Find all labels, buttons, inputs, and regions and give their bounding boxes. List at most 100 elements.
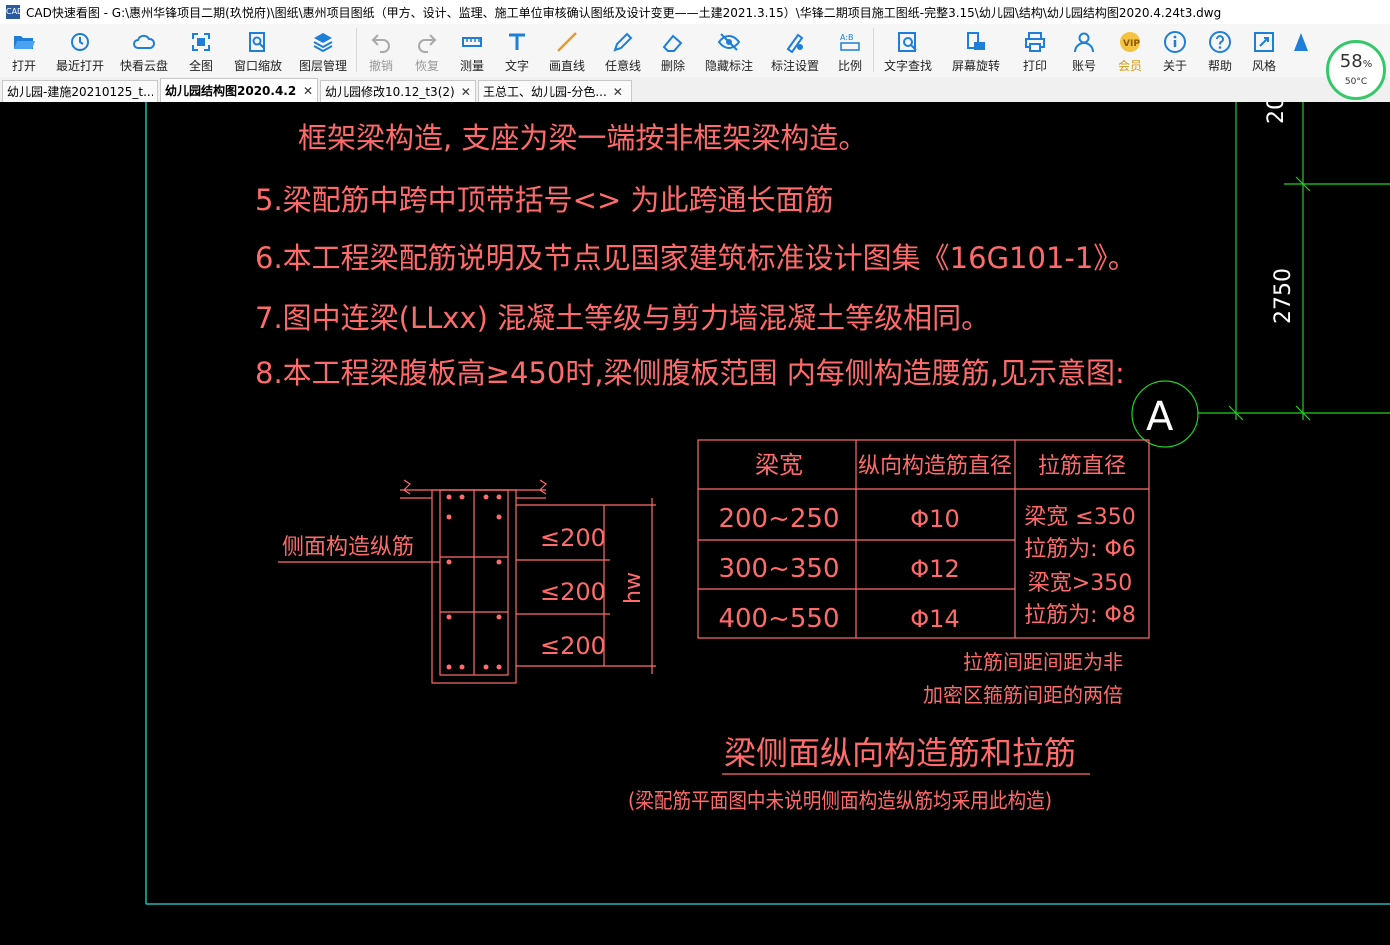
cloud-button[interactable]: 快看云盘 — [112, 24, 176, 77]
freeline-label: 任意线 — [604, 59, 641, 73]
rebar-dot — [446, 514, 452, 520]
eye-off-icon — [717, 33, 741, 51]
member-button[interactable]: VIP 会员 — [1108, 24, 1152, 77]
text-button[interactable]: 文字 — [495, 24, 539, 77]
annot-settings-label: 标注设置 — [770, 59, 819, 73]
recent-button[interactable]: 最近打开 — [48, 24, 112, 77]
cpu-percent: 58% — [1339, 51, 1373, 72]
annotation-settings-icon — [786, 33, 804, 54]
tie-note-line: 拉筋为: Φ6 — [1024, 537, 1136, 562]
rebar-dot — [496, 614, 502, 620]
note-line-4: 框架梁构造, 支座为梁一端按非框架梁构造。 — [298, 121, 867, 155]
more-button[interactable] — [1286, 24, 1316, 77]
open-button[interactable]: 打开 — [0, 24, 48, 77]
spacing-label-2: ≤200 — [540, 578, 606, 606]
undo-button[interactable]: 撤销 — [357, 24, 405, 77]
table-cell: 400~550 — [718, 604, 839, 634]
rotate-button[interactable]: 屏幕旋转 — [942, 24, 1010, 77]
close-icon[interactable]: ✕ — [461, 85, 471, 99]
rebar-dot — [496, 559, 502, 565]
line-icon — [557, 32, 577, 52]
about-button[interactable]: 关于 — [1152, 24, 1198, 77]
account-button[interactable]: 账号 — [1060, 24, 1108, 77]
drawing-canvas[interactable]: 框架梁构造, 支座为梁一端按非框架梁构造。 5.梁配筋中跨中顶带括号<> 为此跨… — [0, 102, 1390, 945]
line-button[interactable]: 画直线 — [539, 24, 595, 77]
tie-note-line: 梁宽 ≤350 — [1024, 505, 1135, 530]
performance-widget[interactable]: 58% 50°C — [1326, 40, 1386, 100]
annot-settings-button[interactable]: 标注设置 — [763, 24, 827, 77]
style-icon — [1254, 32, 1274, 52]
close-icon[interactable]: ✕ — [303, 84, 313, 98]
scale-icon: A:B — [840, 33, 860, 51]
table-cell: Φ12 — [910, 555, 959, 583]
folder-open-icon — [14, 36, 35, 49]
rebar-dot — [496, 664, 502, 670]
cloud-icon — [133, 34, 156, 49]
diagram-subcaption: (梁配筋平面图中未说明侧面构造纵筋均采用此构造) — [628, 789, 1052, 813]
text-search-button[interactable]: 文字查找 — [874, 24, 942, 77]
open-label: 打开 — [11, 59, 36, 73]
break-line — [403, 479, 411, 495]
tab-doc-2[interactable]: 幼儿园结构图2020.4.2... ✕ — [160, 78, 318, 102]
table-cell: Φ10 — [910, 505, 959, 533]
style-button[interactable]: 风格 — [1242, 24, 1286, 77]
main-toolbar: 打开 最近打开 快看云盘 全图 窗口缩放 图层管理 撤销 恢复 测量 文字 画直… — [0, 24, 1390, 77]
rebar-dot — [483, 664, 489, 670]
help-button[interactable]: 帮助 — [1198, 24, 1242, 77]
delete-button[interactable]: 删除 — [651, 24, 695, 77]
hw-label: hw — [621, 572, 646, 604]
tab-label: 幼儿园修改10.12_t3(2) — [325, 85, 455, 99]
delete-label: 删除 — [660, 59, 685, 73]
scale-label: 比例 — [837, 59, 862, 73]
measure-button[interactable]: 测量 — [449, 24, 495, 77]
tab-doc-1[interactable]: 幼儿园-建施20210125_t... — [2, 80, 158, 102]
spacing-label-3: ≤200 — [540, 632, 606, 660]
hide-annot-button[interactable]: 隐藏标注 — [695, 24, 763, 77]
text-search-icon — [898, 32, 917, 52]
redo-icon — [418, 34, 437, 53]
tie-spacing-note-2: 加密区箍筋间距的两倍 — [923, 683, 1123, 707]
dimension-top-text: 20 — [1264, 102, 1289, 124]
title-bar: CAD CAD快速看图 - G:\惠州华锋项目二期(玖悦府)\图纸\惠州项目图纸… — [0, 0, 1390, 25]
rebar-dot — [483, 494, 489, 500]
tab-doc-3[interactable]: 幼儿园修改10.12_t3(2) ✕ — [320, 80, 476, 102]
eraser-icon — [662, 34, 683, 52]
break-line — [539, 479, 547, 495]
fullview-label: 全图 — [188, 59, 213, 73]
hide-annot-label: 隐藏标注 — [704, 59, 753, 73]
app-logo-icon: CAD — [6, 5, 23, 19]
table-header-width: 梁宽 — [755, 451, 803, 479]
dimension-2750-text: 2750 — [1271, 268, 1296, 324]
layers-button[interactable]: 图层管理 — [290, 24, 356, 77]
history-icon — [71, 33, 89, 51]
more-icon — [1294, 33, 1308, 51]
table-header-bar-dia: 纵向构造筋直径 — [858, 454, 1012, 479]
note-line-8: 8.本工程梁腹板高≥450时,梁侧腹板范围 内每侧构造腰筋,见示意图: — [255, 356, 1125, 390]
svg-text:A:B: A:B — [840, 33, 854, 42]
freeline-button[interactable]: 任意线 — [595, 24, 651, 77]
close-icon[interactable]: ✕ — [613, 85, 623, 99]
note-line-5: 5.梁配筋中跨中顶带括号<> 为此跨通长面筋 — [255, 183, 834, 217]
tab-doc-4[interactable]: 王总工、幼儿园-分色... ✕ — [478, 80, 632, 102]
tie-note-line: 梁宽>350 — [1028, 571, 1132, 596]
recent-label: 最近打开 — [55, 59, 104, 73]
window-title: CAD快速看图 - G:\惠州华锋项目二期(玖悦府)\图纸\惠州项目图纸（甲方、… — [26, 5, 1222, 20]
table-header-tie-dia: 拉筋直径 — [1038, 454, 1126, 479]
fullview-button[interactable]: 全图 — [176, 24, 226, 77]
text-search-label: 文字查找 — [883, 59, 932, 73]
scale-button[interactable]: A:B 比例 — [827, 24, 873, 77]
layers-icon — [313, 33, 333, 53]
info-icon — [1164, 31, 1186, 53]
cad-drawing[interactable]: 框架梁构造, 支座为梁一端按非框架梁构造。 5.梁配筋中跨中顶带括号<> 为此跨… — [0, 102, 1390, 945]
rotate-label: 屏幕旋转 — [951, 59, 1000, 73]
help-label: 帮助 — [1207, 59, 1232, 73]
print-button[interactable]: 打印 — [1010, 24, 1060, 77]
rebar-dot — [446, 664, 452, 670]
print-label: 打印 — [1022, 59, 1047, 73]
rebar-dot — [459, 494, 465, 500]
tab-label: 王总工、幼儿园-分色... — [483, 85, 607, 99]
redo-button[interactable]: 恢复 — [405, 24, 449, 77]
tie-spacing-note-1: 拉筋间距间距为非 — [963, 650, 1123, 674]
printer-icon — [1025, 32, 1045, 52]
window-zoom-button[interactable]: 窗口缩放 — [226, 24, 290, 77]
